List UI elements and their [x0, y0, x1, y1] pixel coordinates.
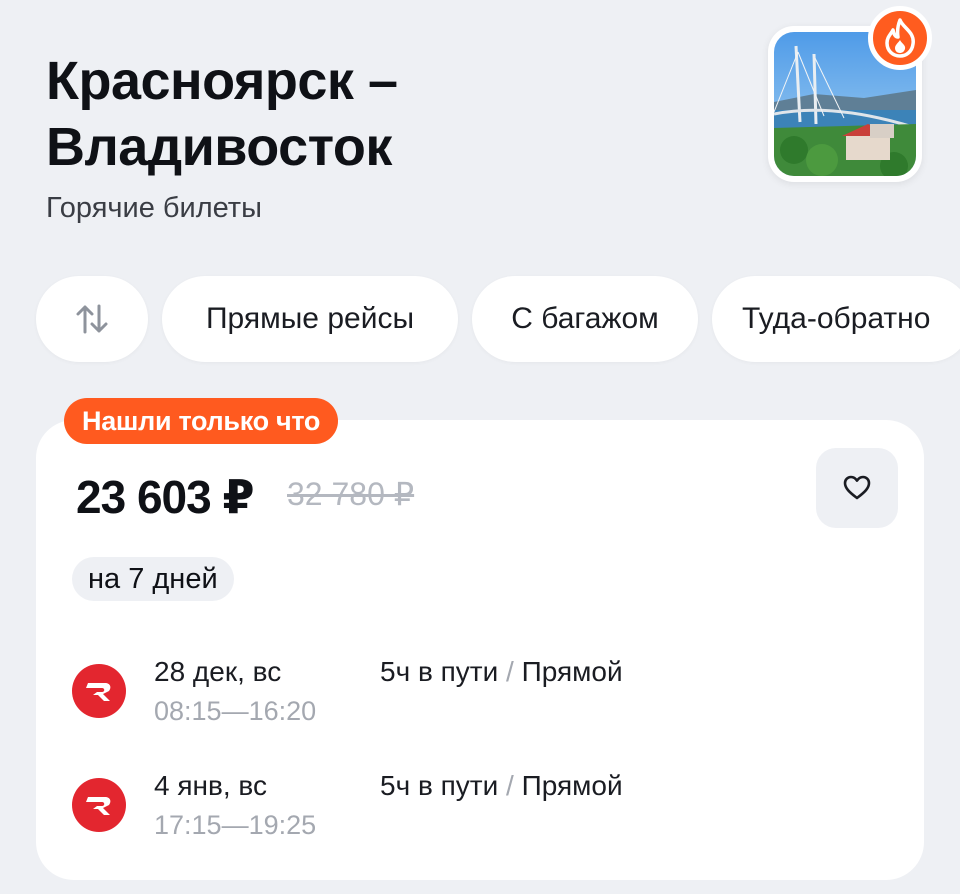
- sort-arrows-icon: [76, 304, 108, 334]
- leg-times: 08:15—16:20: [154, 696, 317, 726]
- favorite-button[interactable]: [816, 448, 898, 528]
- filter-direct-flights[interactable]: Прямые рейсы: [162, 276, 458, 362]
- heart-icon: [843, 475, 871, 500]
- page-title: Красноярск – Владивосток: [46, 48, 746, 180]
- leg-info: 5ч в пути / Прямой: [380, 656, 623, 687]
- filter-bar: Прямые рейсы С багажом Туда-обратно: [36, 276, 960, 362]
- new-offer-badge: Нашли только что: [64, 398, 339, 444]
- flight-leg-outbound: 28 дек, вс 08:15—16:20 5ч в пути / Прямо…: [72, 656, 852, 736]
- leg-date: 28 дек, вс: [154, 656, 282, 687]
- leg-date: 4 янв, вс: [154, 770, 267, 801]
- airline-logo-icon: [72, 664, 126, 718]
- sort-button[interactable]: [36, 276, 148, 362]
- leg-times: 17:15—19:25: [154, 810, 317, 840]
- airline-logo-icon: [72, 778, 126, 832]
- offer-old-price: 32 780 ₽: [287, 476, 415, 512]
- filter-with-baggage[interactable]: С багажом: [472, 276, 698, 362]
- offer-price: 23 603 ₽: [76, 471, 254, 523]
- filter-round-trip[interactable]: Туда-обратно: [712, 276, 960, 362]
- leg-info: 5ч в пути / Прямой: [380, 770, 623, 801]
- fire-icon: [868, 6, 932, 70]
- title-line-destination: Владивосток: [46, 117, 392, 177]
- page-subtitle: Горячие билеты: [46, 192, 262, 224]
- title-line-origin: Красноярск –: [46, 51, 398, 111]
- flight-leg-return: 4 янв, вс 17:15—19:25 5ч в пути / Прямой: [72, 770, 852, 850]
- trip-duration-tag: на 7 дней: [72, 557, 234, 601]
